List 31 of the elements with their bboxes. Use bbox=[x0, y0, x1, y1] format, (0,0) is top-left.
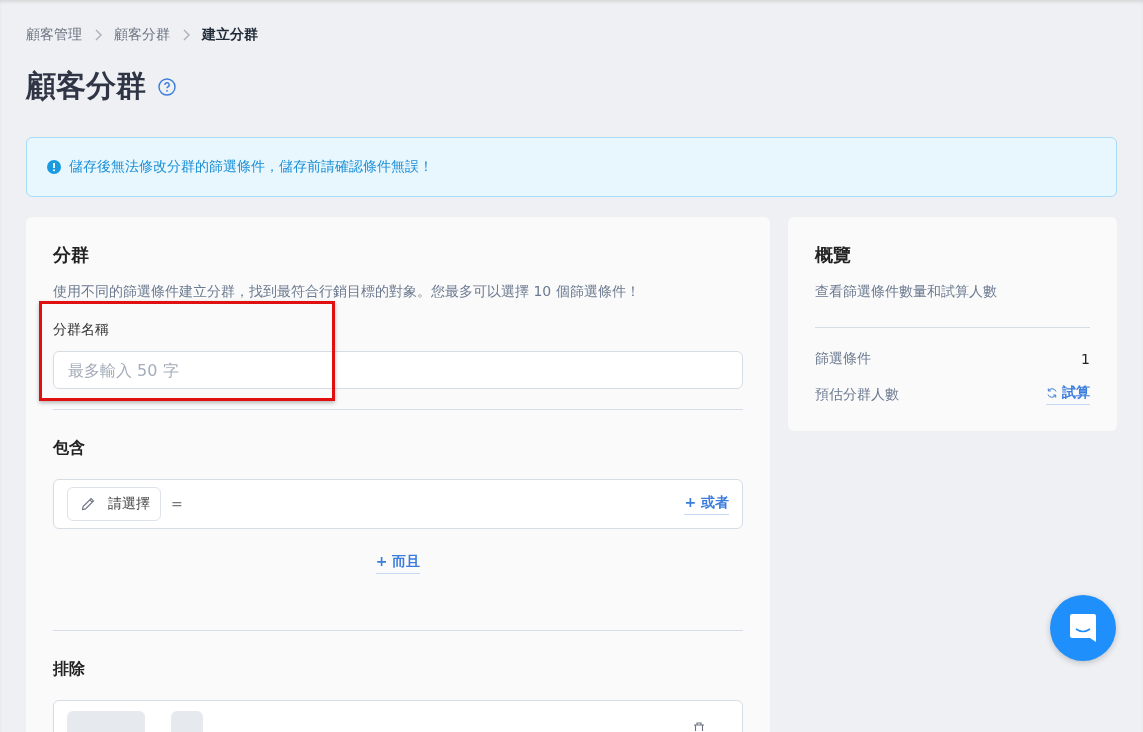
chevron-icon bbox=[94, 29, 102, 41]
chat-button[interactable] bbox=[1050, 595, 1116, 661]
breadcrumb-link[interactable]: 建立分群 bbox=[202, 26, 258, 44]
and-link[interactable]: + 而且 bbox=[375, 553, 421, 574]
section-description: 使用不同的篩選條件建立分群，找到最符合行銷目標的對象。您最多可以選擇 10 個篩選條件！ bbox=[53, 283, 641, 301]
alert-text: 儲存後無法修改分群的篩選條件，儲存前請確認條件無誤！ bbox=[69, 158, 433, 176]
operator-text: = bbox=[171, 496, 183, 512]
pencil-icon bbox=[80, 496, 96, 512]
row-label: 預估分群人數 bbox=[815, 385, 899, 404]
select-button[interactable]: 請選擇 bbox=[67, 487, 161, 521]
breadcrumb-link[interactable]: 顧客分群 bbox=[114, 26, 170, 44]
calculate-link[interactable]: 試算 bbox=[1046, 384, 1090, 405]
section-title: 分群 bbox=[53, 243, 90, 267]
section-title: 包含 bbox=[53, 438, 86, 459]
field-chip[interactable] bbox=[67, 711, 145, 732]
section-description: 查看篩選條件數量和試算人數 bbox=[815, 283, 998, 301]
help-icon[interactable] bbox=[158, 77, 176, 96]
name-input-field[interactable]: 最多輸入 50 字 bbox=[53, 351, 743, 389]
breadcrumb-link[interactable]: 顧客管理 bbox=[26, 26, 82, 44]
chevron-icon bbox=[182, 29, 190, 41]
or-link[interactable]: + 或者 bbox=[684, 493, 729, 515]
field-label: 分群名稱 bbox=[53, 321, 110, 339]
section-title: 排除 bbox=[53, 659, 86, 680]
exclamation-icon bbox=[47, 160, 61, 174]
trash-icon[interactable] bbox=[693, 721, 705, 731]
chat-icon bbox=[1067, 612, 1099, 644]
row-label: 篩選條件 bbox=[815, 350, 871, 368]
row-value: 1 bbox=[1081, 351, 1090, 367]
refresh-icon bbox=[1046, 387, 1058, 399]
section-title: 概覽 bbox=[815, 243, 852, 267]
page-title: 顧客分群 bbox=[26, 67, 146, 105]
